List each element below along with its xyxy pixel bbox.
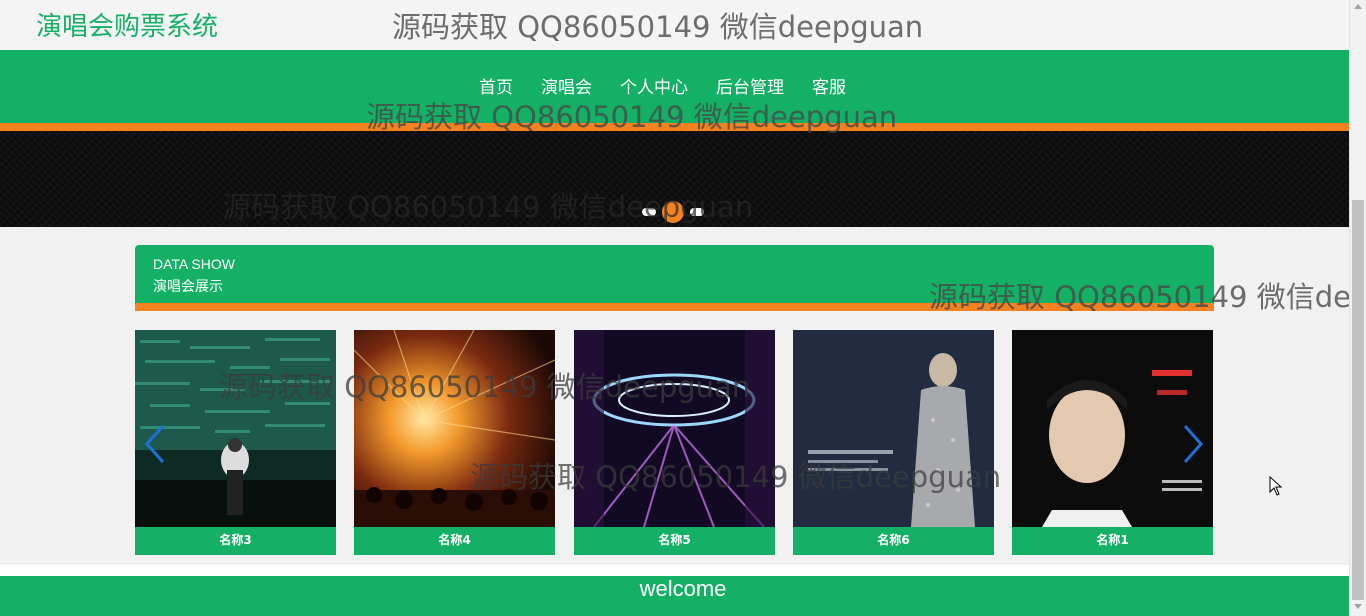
concert-poster-image[interactable] <box>793 330 994 527</box>
main-navbar: 首页 演唱会 个人中心 后台管理 客服 <box>0 50 1349 123</box>
concert-poster-image[interactable] <box>354 330 555 527</box>
section-title-zh: 演唱会展示 <box>153 279 223 295</box>
nav-item-concerts[interactable]: 演唱会 <box>527 73 606 98</box>
vertical-scrollbar[interactable] <box>1349 0 1366 616</box>
carousel-dot[interactable] <box>690 208 704 216</box>
concert-card-label: 名称3 <box>219 533 252 547</box>
carousel-dot[interactable] <box>642 208 656 216</box>
section-title-en: DATA SHOW <box>153 256 235 272</box>
site-title[interactable]: 演唱会购票系统 <box>36 6 218 43</box>
chevron-right-icon[interactable] <box>1181 424 1205 464</box>
concert-card-label: 名称1 <box>1096 533 1129 547</box>
scroll-up-arrow-icon[interactable] <box>1354 4 1362 9</box>
nav-menu: 首页 演唱会 个人中心 后台管理 客服 <box>465 73 860 98</box>
carousel-dot-active[interactable] <box>662 201 684 223</box>
concert-card[interactable]: 名称4 <box>354 330 555 555</box>
concert-card-label: 名称5 <box>658 533 691 547</box>
footer-spacer <box>0 565 1349 576</box>
top-bar: 演唱会购票系统 <box>0 0 1349 50</box>
scroll-down-arrow-icon[interactable] <box>1354 604 1362 609</box>
footer: welcome <box>0 576 1349 616</box>
nav-accent-stripe <box>0 123 1349 131</box>
nav-item-admin[interactable]: 后台管理 <box>702 73 798 98</box>
scrollbar-thumb[interactable] <box>1352 200 1364 600</box>
section-header: DATA SHOW 演唱会展示 <box>135 245 1214 303</box>
section-accent-stripe <box>135 303 1214 311</box>
concert-poster-image[interactable] <box>574 330 775 527</box>
nav-item-home[interactable]: 首页 <box>465 73 527 98</box>
mouse-cursor-icon <box>1269 475 1283 500</box>
carousel-indicators <box>642 201 704 223</box>
chevron-left-icon[interactable] <box>143 424 167 464</box>
footer-welcome-text: welcome <box>639 576 727 601</box>
concert-card[interactable]: 名称6 <box>793 330 994 555</box>
nav-item-service[interactable]: 客服 <box>798 73 860 98</box>
nav-item-profile[interactable]: 个人中心 <box>606 73 702 98</box>
concert-card[interactable]: 名称5 <box>574 330 775 555</box>
concert-card-label: 名称6 <box>877 533 910 547</box>
concert-card-label: 名称4 <box>438 533 471 547</box>
